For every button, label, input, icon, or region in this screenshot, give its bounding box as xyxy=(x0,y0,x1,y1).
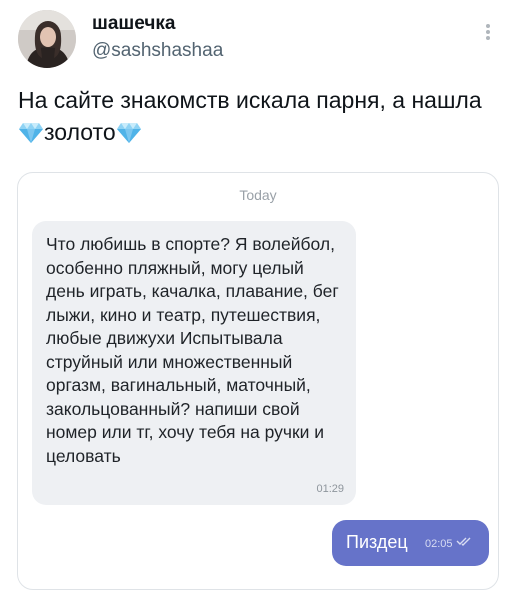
outgoing-message-bubble: Пиздец 02:05 xyxy=(332,520,489,566)
incoming-message-time: 01:29 xyxy=(316,483,344,495)
user-handle[interactable]: @sashshashaa xyxy=(92,40,223,62)
gem-stone-icon-2 xyxy=(116,120,142,152)
more-options-icon[interactable] xyxy=(480,22,496,46)
display-name[interactable]: шашечка xyxy=(92,13,175,35)
outgoing-message-time: 02:05 xyxy=(425,538,453,550)
incoming-message-bubble: Что любишь в спорте? Я волейбол, особенн… xyxy=(32,221,356,505)
tweet-text-part2: золото xyxy=(44,119,116,145)
incoming-message-text: Что любишь в спорте? Я волейбол, особенн… xyxy=(46,234,339,466)
date-separator: Today xyxy=(239,187,277,203)
gem-stone-icon xyxy=(18,120,44,152)
avatar[interactable] xyxy=(18,10,76,68)
chat-screenshot-card: Today Что любишь в спорте? Я волейбол, о… xyxy=(17,172,499,590)
double-check-icon xyxy=(456,537,471,546)
tweet-text: На сайте знакомств искала парня, а нашла… xyxy=(18,84,498,152)
avatar-photo xyxy=(18,10,76,68)
tweet-text-part1: На сайте знакомств искала парня, а нашла xyxy=(18,87,482,113)
outgoing-message-text: Пиздец xyxy=(346,532,408,552)
